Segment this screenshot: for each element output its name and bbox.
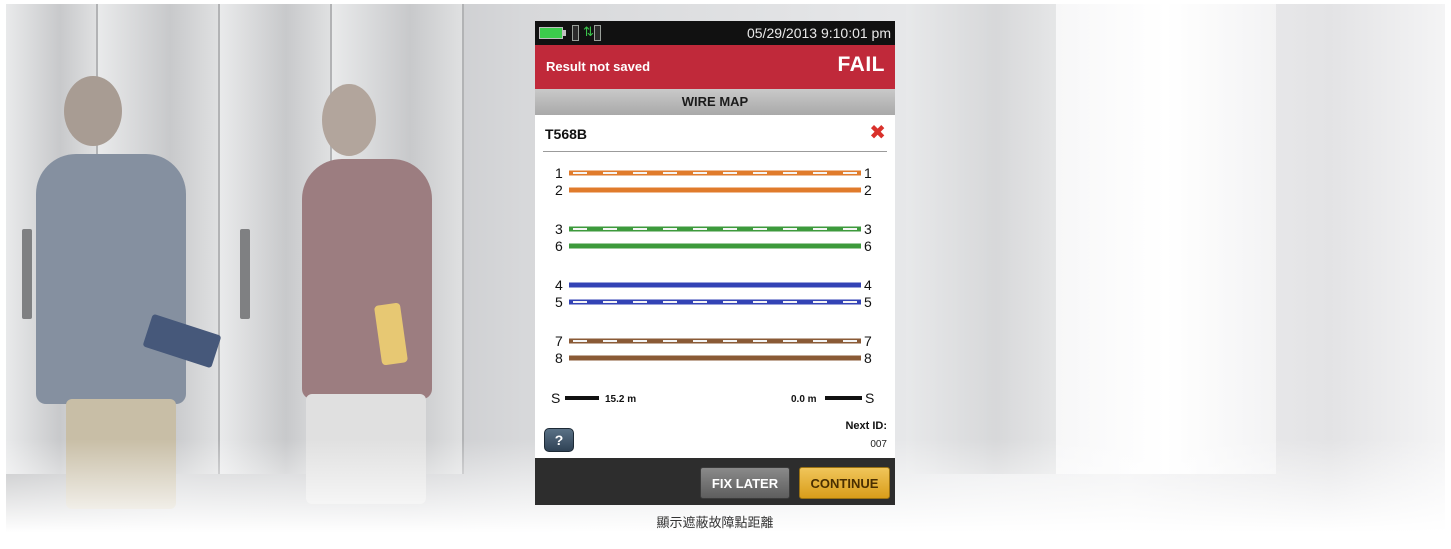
pin-label-left-2: 2: [555, 182, 563, 198]
corridor: [1056, 4, 1276, 474]
person-left-head: [64, 76, 122, 146]
shield-label-left: S: [551, 390, 560, 406]
pin-label-right-5: 5: [864, 294, 872, 310]
pin-label-left-3: 3: [555, 221, 563, 237]
shield-far-distance: 0.0 m: [791, 394, 817, 405]
pin-label-left-6: 6: [555, 238, 563, 254]
shield-near-distance: 15.2 m: [605, 394, 636, 405]
shield-label-right: S: [865, 390, 874, 406]
continue-button[interactable]: CONTINUE: [799, 467, 890, 499]
pin-label-right-1: 1: [864, 165, 872, 181]
caption: 顯示遮蔽故障點距離: [656, 516, 774, 531]
pin-label-left-8: 8: [555, 350, 563, 366]
pin-label-right-2: 2: [864, 182, 872, 198]
device-screen: ⇅ 05/29/2013 9:10:01 pm Result not saved…: [535, 21, 895, 505]
next-id-value: 007: [870, 439, 887, 450]
pin-label-right-4: 4: [864, 277, 872, 293]
person-right: [302, 159, 432, 399]
person-right-head: [322, 84, 376, 156]
server-rack: [906, 4, 1058, 474]
wire-map: 1 12 23 36 64 45 57 78 8S 15.2 m 0.0 mS: [551, 165, 874, 406]
pin-label-right-6: 6: [864, 238, 872, 254]
pin-label-right-8: 8: [864, 350, 872, 366]
pin-label-left-5: 5: [555, 294, 563, 310]
person-left: [36, 154, 186, 404]
help-button[interactable]: ?: [544, 428, 574, 452]
pin-label-right-7: 7: [864, 333, 872, 349]
pin-label-right-3: 3: [864, 221, 872, 237]
button-bar: FIX LATER CONTINUE: [535, 458, 895, 505]
pin-label-left-7: 7: [555, 333, 563, 349]
pin-label-left-4: 4: [555, 277, 563, 293]
next-id-label: Next ID:: [845, 420, 887, 432]
pin-label-left-1: 1: [555, 165, 563, 181]
fix-later-button[interactable]: FIX LATER: [700, 467, 790, 499]
